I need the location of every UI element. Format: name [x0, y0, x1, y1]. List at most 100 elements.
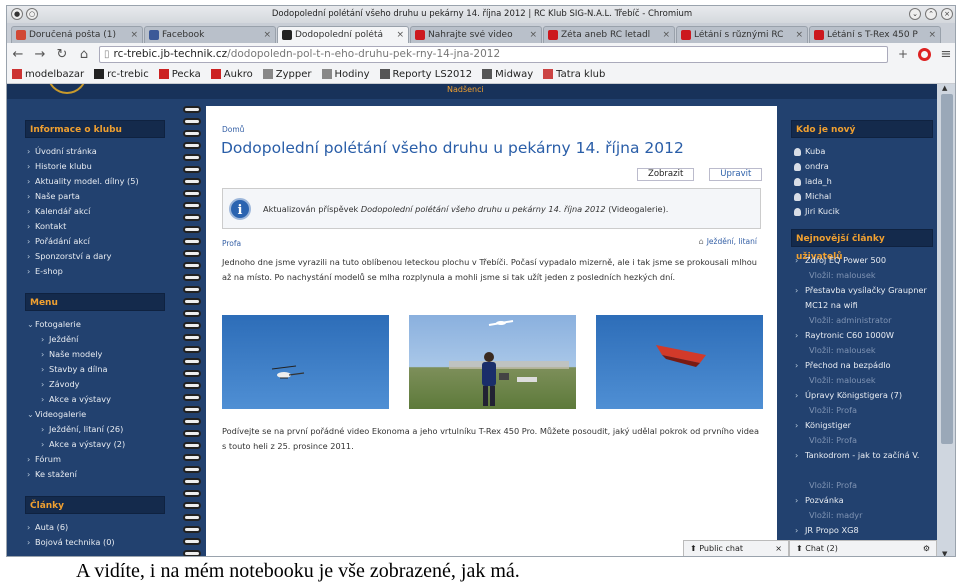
article-meta: Vložil: malousek [809, 375, 876, 385]
sidebar-link[interactable]: E-shop [25, 264, 165, 279]
browser-tab[interactable]: Facebook × [144, 26, 276, 43]
sidebar-link[interactable]: Kalendář akcí [25, 204, 165, 219]
tab-view[interactable]: Zobrazit [637, 168, 695, 181]
photo-helicopter[interactable] [222, 315, 389, 409]
sidebar-link[interactable]: Historie klubu [25, 159, 165, 174]
menu-item[interactable]: Videogalerie [25, 407, 165, 422]
photo-red-plane[interactable] [596, 315, 763, 409]
bookmark-item[interactable]: Reporty LS2012 [379, 69, 472, 80]
reload-icon[interactable]: ↻ [55, 47, 69, 62]
article-link[interactable]: Königstiger [791, 418, 933, 433]
user-link[interactable]: Jiri Kucik [791, 204, 933, 219]
article-link[interactable]: Pozvánka [791, 493, 933, 508]
photo-pilot[interactable] [409, 315, 576, 409]
tags-link[interactable]: Ježdění, litaní [707, 237, 757, 246]
menu-item[interactable]: Ježdění [25, 332, 165, 347]
menu-item[interactable]: Stavby a dílna [25, 362, 165, 377]
menu-item[interactable]: Závody [25, 377, 165, 392]
author-link[interactable]: Profa [222, 239, 241, 248]
article-link[interactable]: JR Propo XG8 [791, 523, 933, 538]
back-arrow-icon[interactable]: ← [11, 47, 25, 62]
category-link[interactable]: Auta (6) [25, 520, 165, 535]
sidebar-link[interactable]: Sponzorství a dary [25, 249, 165, 264]
forward-arrow-icon[interactable]: → [33, 47, 47, 62]
maximize-icon[interactable]: ⌃ [925, 8, 937, 20]
breadcrumb[interactable]: Domů [222, 125, 244, 134]
user-link[interactable]: Michal [791, 189, 933, 204]
article-link[interactable]: Úpravy Königstigera (7) [791, 388, 933, 403]
article-link[interactable]: Tankodrom - jak to začíná V. [791, 448, 933, 478]
sidebar-link[interactable]: Pořádání akcí [25, 234, 165, 249]
window-menu-icon[interactable]: ● [11, 8, 23, 20]
scroll-up-icon[interactable]: ▲ [942, 84, 947, 92]
bookmark-item[interactable]: Midway [482, 69, 533, 80]
caption-text: A vidíte, i na mém notebooku je vše zobr… [76, 560, 520, 582]
public-chat-tab[interactable]: ⬆ Public chat × [683, 540, 789, 556]
bookmark-item[interactable]: modelbazar [12, 69, 84, 80]
close-window-icon[interactable]: × [941, 8, 953, 20]
sidebar-link[interactable]: Kontakt [25, 219, 165, 234]
bookmark-item[interactable]: Zypper [262, 69, 312, 80]
menu-item[interactable]: Fórum [25, 452, 165, 467]
info-icon: i [229, 197, 251, 220]
sidebar-link[interactable]: Aktuality model. dílny (5) [25, 174, 165, 189]
browser-tab[interactable]: Nahrajte své video × [410, 26, 542, 43]
sidebar-link[interactable]: Úvodní stránka [25, 144, 165, 159]
browser-tab[interactable]: Dodopolední polétá × [277, 26, 409, 43]
scrollbar[interactable]: ▲ ▼ [937, 84, 955, 556]
close-tab-icon[interactable]: × [396, 30, 404, 40]
spiral-ring [181, 226, 203, 234]
menu-item[interactable]: Akce a výstavy (2) [25, 437, 165, 452]
bookmark-item[interactable]: Aukro [210, 69, 253, 80]
bookmark-label: rc-trebic [107, 68, 149, 80]
close-tab-icon[interactable]: × [529, 30, 537, 40]
user-link[interactable]: lada_h [791, 174, 933, 189]
article-link[interactable]: Přestavba vysílačky Graupner MC12 na wif… [791, 283, 933, 313]
bookmark-add-icon[interactable]: + [896, 47, 910, 61]
browser-tab[interactable]: Létání s různými RC × [676, 26, 808, 43]
scroll-down-icon[interactable]: ▼ [942, 550, 947, 556]
new-users-list: Kuba ondra lada_h Michal Jiri Kucik [791, 144, 933, 219]
bookmark-item[interactable]: Tatra klub [543, 69, 605, 80]
opera-icon[interactable] [918, 47, 931, 61]
sidebar-link[interactable]: Naše parta [25, 189, 165, 204]
site-logo[interactable] [47, 84, 87, 94]
menu-icon[interactable]: ≡ [939, 47, 953, 62]
bookmark-item[interactable]: Pecka [158, 69, 201, 80]
home-icon[interactable]: ⌂ [77, 47, 91, 62]
browser-tab[interactable]: Doručená pošta (1) × [11, 26, 143, 43]
close-tab-icon[interactable]: × [263, 30, 271, 40]
browser-tab[interactable]: Zéta aneb RC letadl × [543, 26, 675, 43]
category-link[interactable]: Bojová technika (0) [25, 535, 165, 550]
bookmark-item[interactable]: rc-trebic [94, 69, 149, 80]
menu-item[interactable]: Akce a výstavy [25, 392, 165, 407]
article-link[interactable]: Raytronic C60 1000W [791, 328, 933, 343]
menu-item[interactable]: Naše modely [25, 347, 165, 362]
bookmark-item[interactable]: Hodiny [321, 69, 370, 80]
scrollbar-thumb[interactable] [941, 94, 953, 444]
article-link[interactable]: Přechod na bezpádlo [791, 358, 933, 373]
bookmark-icon [262, 69, 273, 79]
close-tab-icon[interactable]: × [795, 30, 803, 40]
user-link[interactable]: Kuba [791, 144, 933, 159]
menu-item[interactable]: Fotogalerie [25, 317, 165, 332]
menu-item[interactable]: Ke stažení [25, 467, 165, 482]
gear-icon[interactable]: ⚙ [923, 541, 930, 556]
user-link[interactable]: ondra [791, 159, 933, 174]
left-sidebar: Informace o klubu Úvodní stránkaHistorie… [25, 120, 165, 556]
photo-gallery [222, 315, 763, 409]
menu-item[interactable]: Ježdění, litaní (26) [25, 422, 165, 437]
close-tab-icon[interactable]: × [130, 30, 138, 40]
address-bar[interactable]: ▯ rc-trebic.jb-technik.cz/dodopoledn-pol… [99, 45, 888, 63]
tab-title: Dodopolední polétá [295, 30, 383, 40]
chat-tab[interactable]: ⬆ Chat (2) ⚙ [789, 540, 937, 556]
close-icon[interactable]: × [775, 541, 782, 556]
article-link[interactable]: Zdroj EQ Power 500 [791, 253, 933, 268]
close-tab-icon[interactable]: × [928, 30, 936, 40]
close-tab-icon[interactable]: × [662, 30, 670, 40]
bookmark-icon [158, 69, 169, 79]
sticky-icon[interactable]: ○ [26, 8, 38, 20]
tab-edit[interactable]: Upravit [709, 168, 763, 181]
minimize-icon[interactable]: ⌄ [909, 8, 921, 20]
browser-tab[interactable]: Létání s T-Rex 450 P × [809, 26, 941, 43]
